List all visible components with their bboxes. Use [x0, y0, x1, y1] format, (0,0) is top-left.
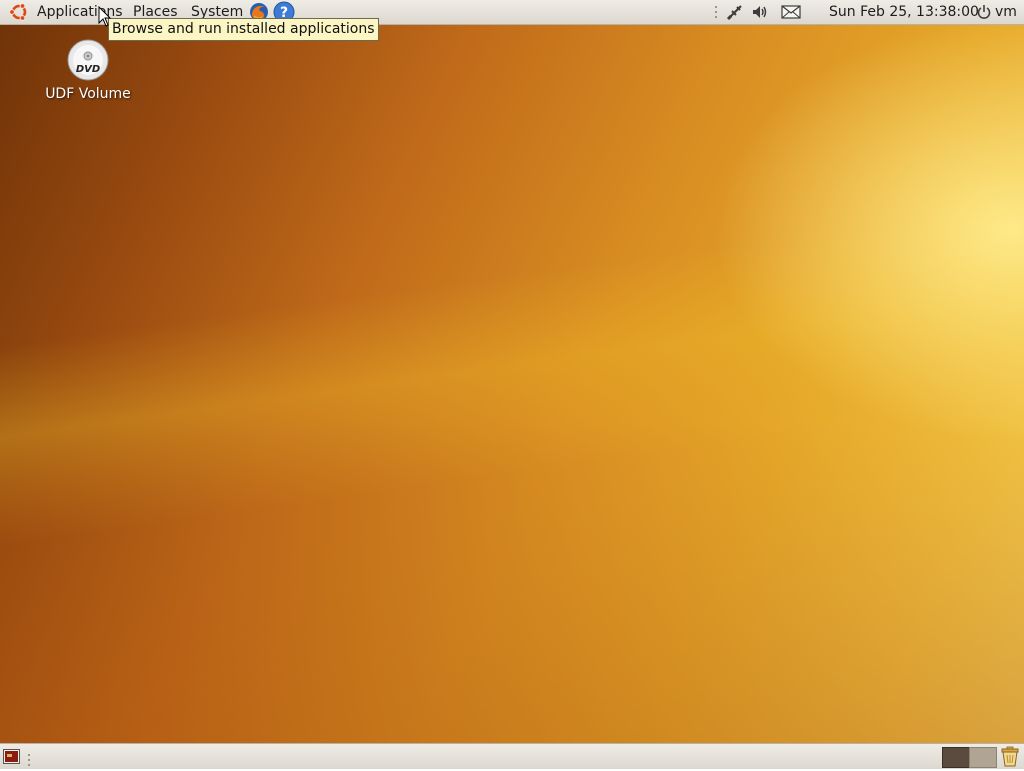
panel-drag-handle[interactable] — [714, 6, 718, 18]
desktop-icon-label: UDF Volume — [45, 86, 131, 102]
applications-tooltip: Browse and run installed applications — [108, 18, 379, 41]
svg-text:DVD: DVD — [76, 64, 100, 75]
volume-icon[interactable] — [751, 3, 769, 21]
clock[interactable]: Sun Feb 25, 13:38:00 — [829, 3, 979, 21]
network-icon[interactable] — [726, 3, 744, 21]
mail-icon[interactable] — [781, 5, 801, 19]
show-desktop-icon[interactable] — [3, 749, 20, 764]
trash-icon[interactable] — [999, 745, 1021, 767]
mouse-cursor-icon — [98, 5, 112, 28]
workspace-2-button[interactable] — [969, 747, 997, 768]
dvd-icon: DVD — [67, 39, 109, 81]
bottom-panel — [0, 743, 1024, 769]
desktop-wallpaper — [0, 0, 1024, 768]
user-name[interactable]: vm — [995, 3, 1017, 21]
power-icon[interactable] — [977, 4, 991, 20]
desktop-icon-udf-volume[interactable]: DVD UDF Volume — [40, 38, 136, 102]
workspace-1-button[interactable] — [942, 747, 970, 768]
ubuntu-logo-icon[interactable] — [8, 2, 30, 22]
panel-drag-handle[interactable] — [27, 751, 31, 766]
